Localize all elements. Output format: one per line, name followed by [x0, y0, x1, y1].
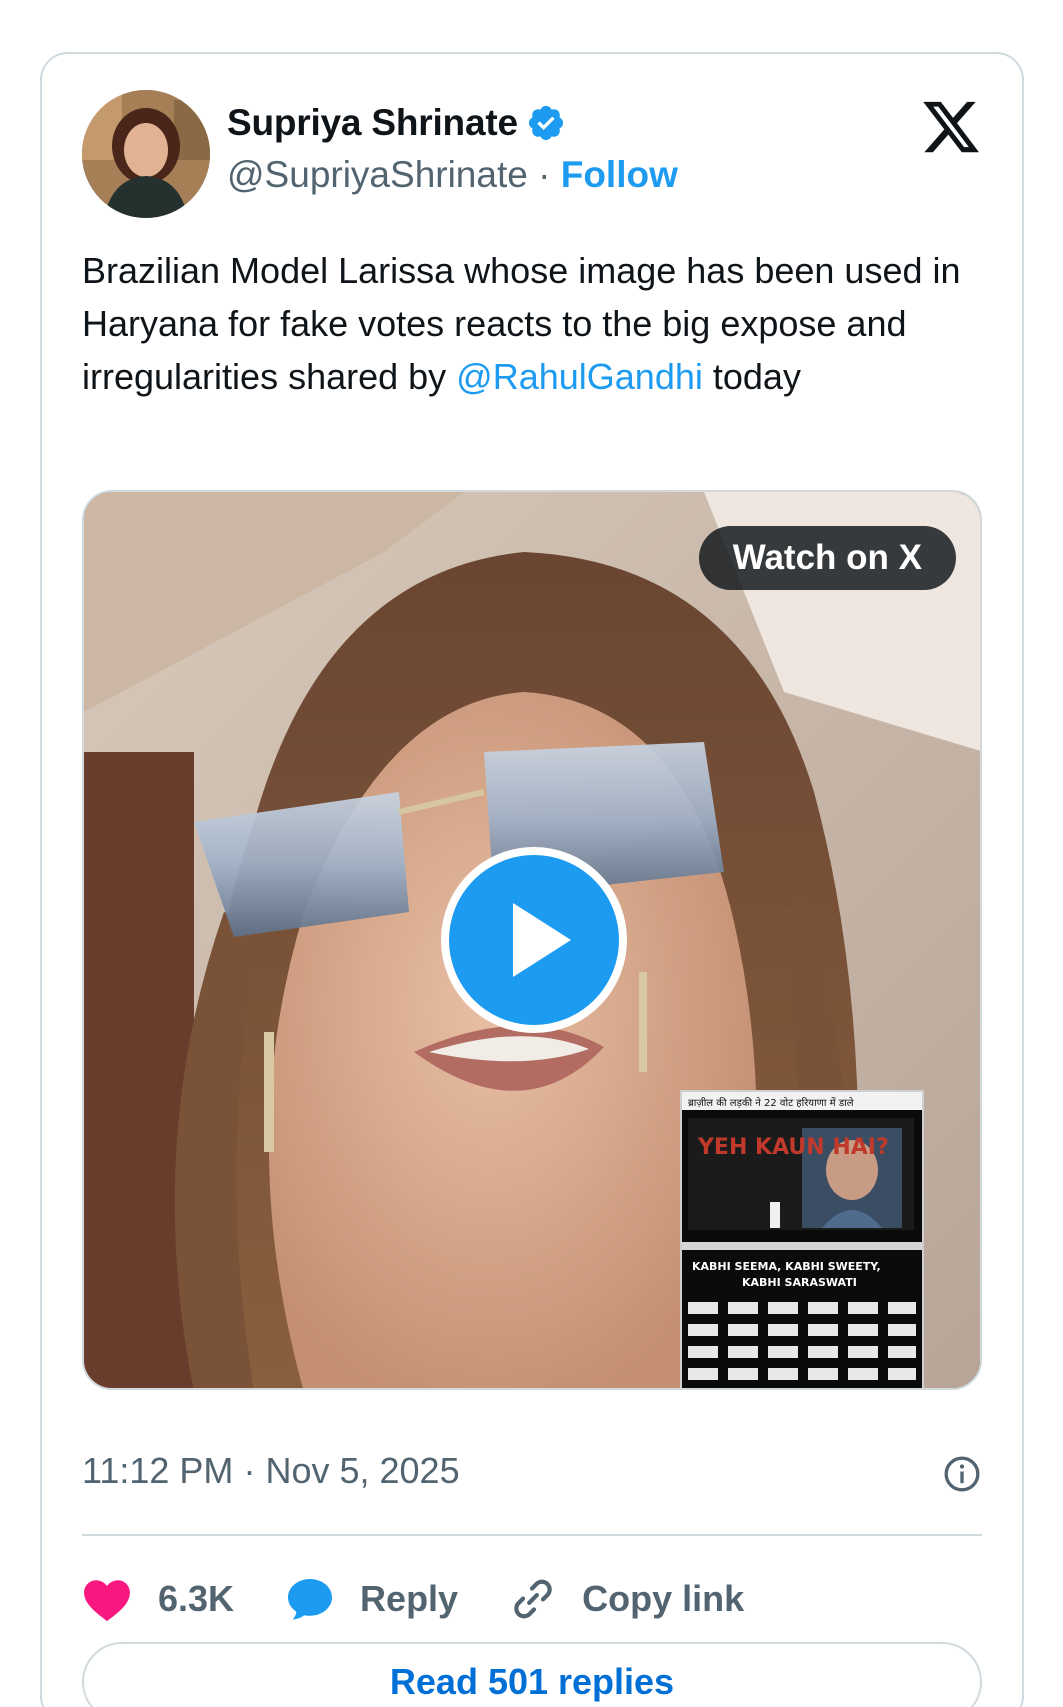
like-count: 6.3K	[158, 1578, 235, 1619]
reply-label: Reply	[360, 1578, 459, 1619]
play-icon[interactable]	[441, 847, 627, 1033]
video-player[interactable]: Watch on X ब्राज़ील की लड़की ने 22 वोट ह…	[82, 490, 982, 1390]
reply-button[interactable]: Reply	[286, 1576, 458, 1622]
copy-link-button[interactable]: Copy link	[510, 1576, 744, 1622]
inset-caption-2: KABHI SARASWATI	[742, 1276, 857, 1289]
author-handle-row: @SupriyaShrinate · Follow	[227, 154, 678, 196]
tweet-time: 11:12 PM	[82, 1450, 234, 1491]
watch-on-x-button[interactable]: Watch on X	[698, 526, 956, 590]
timestamp-separator: ·	[243, 1450, 256, 1491]
verified-badge-icon	[526, 103, 566, 143]
read-replies-button[interactable]: Read 501 replies	[82, 1642, 982, 1707]
inset-header-text: ब्राज़ील की लड़की ने 22 वोट हरियाणा में …	[688, 1097, 854, 1109]
mention-link[interactable]: @RahulGandhi	[456, 356, 703, 397]
info-icon[interactable]	[942, 1454, 982, 1494]
tweet-card: Supriya Shrinate @SupriyaShrinate · Foll…	[40, 52, 1024, 1707]
link-icon	[510, 1576, 556, 1622]
action-bar: 6.3K Reply Copy link	[82, 1564, 796, 1634]
tweet-text: Brazilian Model Larissa whose image has …	[82, 244, 982, 403]
author-handle[interactable]: @SupriyaShrinate	[227, 154, 528, 195]
tweet-text-tail: today	[702, 356, 801, 397]
inset-video-frame: ब्राज़ील की लड़की ने 22 वोट हरियाणा में …	[680, 1090, 924, 1388]
reply-bubble-icon	[286, 1576, 334, 1622]
follow-button[interactable]: Follow	[561, 154, 678, 195]
copy-link-label: Copy link	[582, 1578, 745, 1619]
author-name-row: Supriya Shrinate	[227, 102, 566, 144]
inset-caption-1: KABHI SEEMA, KABHI SWEETY,	[692, 1260, 881, 1273]
handle-separator: ·	[538, 154, 551, 195]
heart-icon	[82, 1576, 132, 1622]
tweet-date: Nov 5, 2025	[265, 1450, 460, 1491]
author-display-name[interactable]: Supriya Shrinate	[227, 102, 518, 144]
like-button[interactable]: 6.3K	[82, 1576, 234, 1622]
x-logo-icon[interactable]	[920, 96, 982, 158]
tweet-timestamp[interactable]: 11:12 PM · Nov 5, 2025	[82, 1450, 460, 1492]
inset-screen-text: YEH KAUN HAI?	[697, 1135, 889, 1160]
avatar[interactable]	[82, 90, 210, 218]
tweet-header: Supriya Shrinate @SupriyaShrinate · Foll…	[82, 90, 982, 220]
divider	[82, 1534, 982, 1536]
